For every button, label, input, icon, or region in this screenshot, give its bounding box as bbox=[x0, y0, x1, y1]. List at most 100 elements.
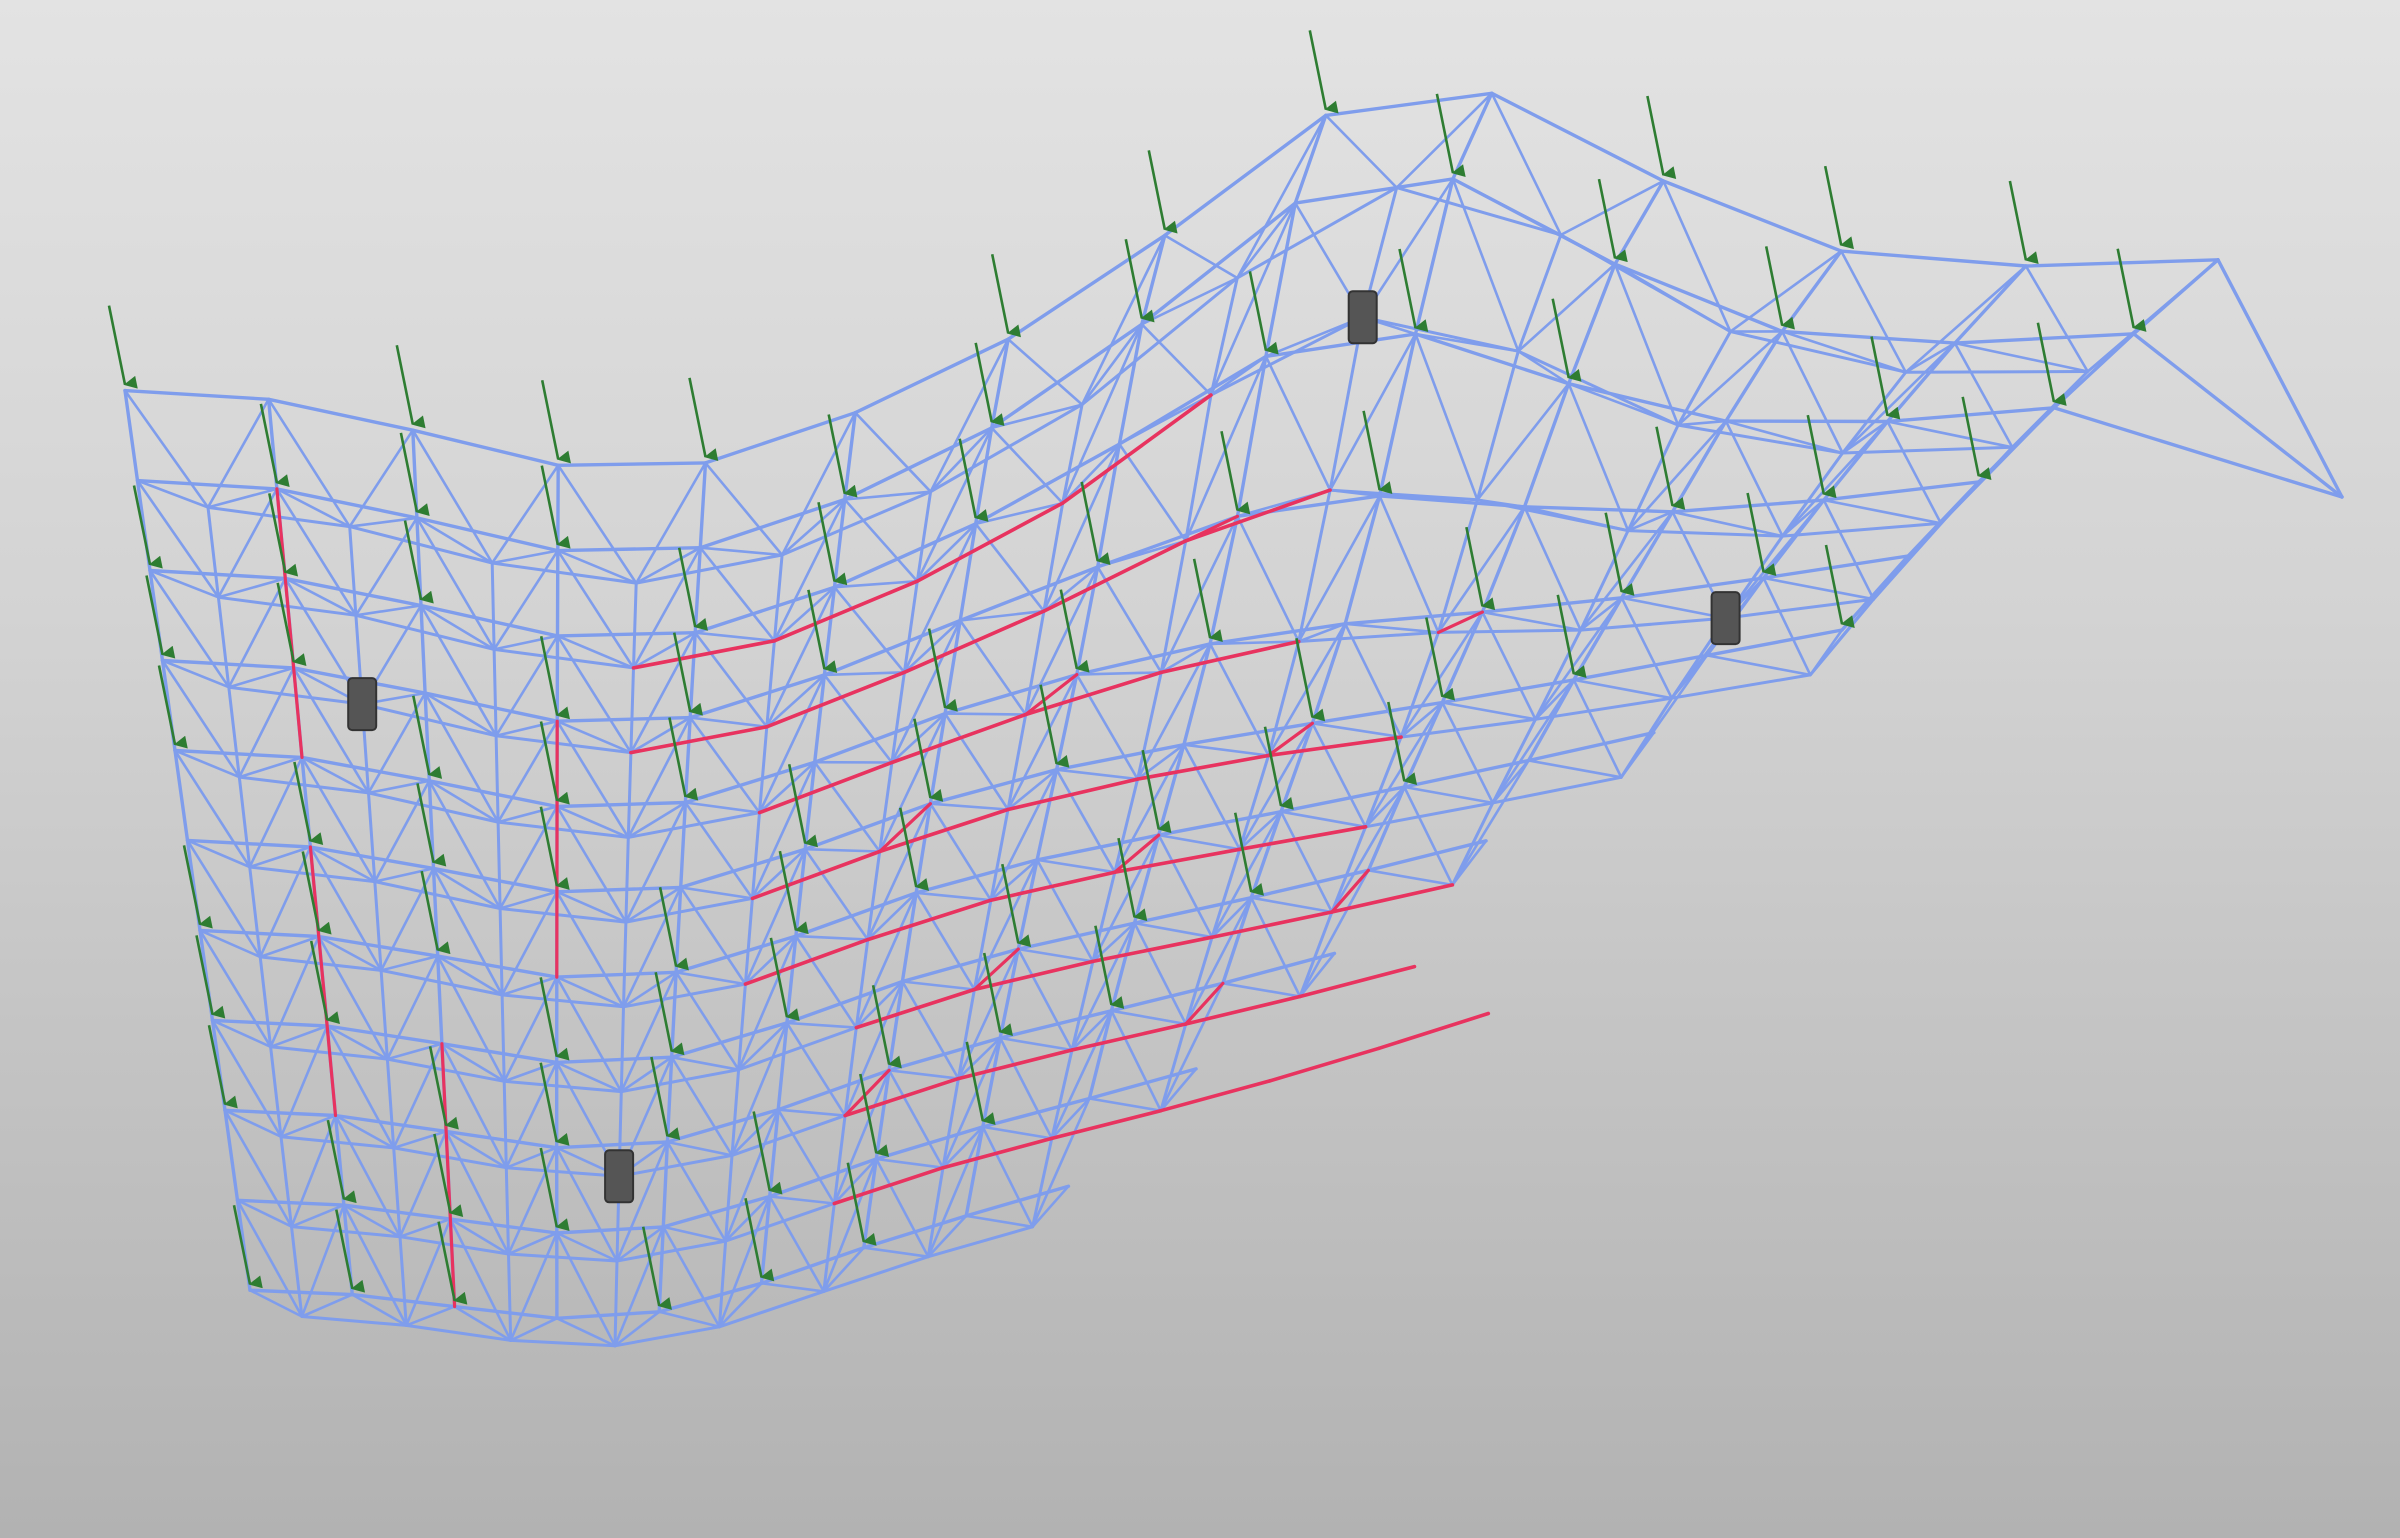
web-diagonal-member[interactable] bbox=[1953, 341, 2089, 373]
top-chord-member[interactable] bbox=[679, 800, 688, 890]
web-diagonal-member[interactable] bbox=[1367, 868, 1454, 887]
web-diagonal-member[interactable] bbox=[1626, 419, 1728, 532]
web-diagonal-member[interactable] bbox=[492, 634, 559, 651]
bottom-chord-member[interactable] bbox=[1061, 403, 1084, 505]
web-diagonal-member[interactable] bbox=[657, 1310, 721, 1329]
bottom-chord-member[interactable] bbox=[1024, 609, 1046, 716]
highlighted-member[interactable] bbox=[972, 959, 1095, 992]
highlighted-member[interactable] bbox=[772, 579, 920, 643]
web-diagonal-member[interactable] bbox=[269, 935, 321, 1049]
top-chord-member[interactable] bbox=[185, 838, 313, 849]
bottom-chord-member[interactable] bbox=[613, 1325, 721, 1348]
top-chord-member[interactable] bbox=[1885, 406, 2056, 424]
bottom-chord-member[interactable] bbox=[1330, 825, 1368, 914]
bottom-chord-member[interactable] bbox=[498, 907, 628, 924]
web-diagonal-member[interactable] bbox=[1414, 332, 1479, 502]
web-diagonal-member[interactable] bbox=[1441, 701, 1537, 721]
web-diagonal-member[interactable] bbox=[386, 1042, 444, 1061]
top-chord-member[interactable] bbox=[2052, 406, 2344, 499]
web-diagonal-member[interactable] bbox=[1364, 701, 1444, 829]
top-chord-member[interactable] bbox=[822, 618, 962, 677]
web-diagonal-member[interactable] bbox=[556, 463, 638, 585]
web-diagonal-member[interactable] bbox=[785, 1021, 858, 1029]
top-chord-member[interactable] bbox=[555, 970, 678, 979]
bottom-chord-member[interactable] bbox=[392, 1146, 402, 1239]
top-chord-member[interactable] bbox=[683, 715, 692, 805]
bottom-chord-member[interactable] bbox=[629, 666, 635, 755]
web-diagonal-member[interactable] bbox=[1395, 92, 1494, 189]
top-chord-member[interactable] bbox=[1451, 91, 1494, 181]
top-chord-member[interactable] bbox=[1163, 113, 1328, 238]
top-chord-member[interactable] bbox=[411, 428, 560, 467]
web-diagonal-member[interactable] bbox=[981, 1125, 1054, 1140]
highlighted-member[interactable] bbox=[1184, 994, 1302, 1026]
web-diagonal-member[interactable] bbox=[666, 1140, 734, 1157]
web-diagonal-member[interactable] bbox=[556, 634, 633, 754]
top-chord-member[interactable] bbox=[1953, 264, 2028, 345]
web-diagonal-member[interactable] bbox=[379, 954, 440, 972]
web-diagonal-member[interactable] bbox=[1182, 743, 1270, 757]
top-chord-member[interactable] bbox=[1440, 610, 1485, 705]
bottom-chord-member[interactable] bbox=[504, 1166, 510, 1256]
web-diagonal-member[interactable] bbox=[1236, 514, 1300, 643]
web-diagonal-member[interactable] bbox=[926, 1125, 985, 1258]
top-chord-member[interactable] bbox=[555, 800, 688, 809]
web-diagonal-member[interactable] bbox=[874, 1157, 945, 1169]
web-diagonal-member[interactable] bbox=[862, 1246, 930, 1258]
top-chord-member[interactable] bbox=[555, 1055, 674, 1065]
bottom-chord-member[interactable] bbox=[1297, 488, 1332, 643]
bottom-chord-member[interactable] bbox=[509, 1338, 617, 1348]
highlighted-member[interactable] bbox=[956, 1048, 1074, 1081]
bottom-chord-member[interactable] bbox=[1579, 529, 1630, 632]
top-chord-member[interactable] bbox=[1566, 262, 1617, 386]
bottom-chord-member[interactable] bbox=[1781, 451, 1845, 538]
highlighted-member[interactable] bbox=[1050, 1108, 1163, 1141]
web-diagonal-member[interactable] bbox=[1311, 721, 1403, 739]
web-diagonal-member[interactable] bbox=[1403, 785, 1454, 887]
top-chord-member[interactable] bbox=[436, 954, 444, 1046]
bottom-chord-member[interactable] bbox=[373, 880, 502, 910]
bottom-chord-member[interactable] bbox=[780, 490, 933, 557]
3d-model-viewport[interactable] bbox=[0, 0, 2400, 1538]
top-chord-member[interactable] bbox=[1377, 332, 1418, 498]
top-chord-member[interactable] bbox=[1761, 498, 1826, 580]
web-diagonal-member[interactable] bbox=[1088, 1097, 1163, 1112]
bottom-chord-member[interactable] bbox=[500, 993, 506, 1083]
web-diagonal-member[interactable] bbox=[555, 1231, 617, 1348]
web-diagonal-member[interactable] bbox=[803, 847, 882, 853]
web-diagonal-member[interactable] bbox=[1279, 810, 1334, 914]
web-diagonal-member[interactable] bbox=[1517, 349, 1570, 386]
web-diagonal-member[interactable] bbox=[981, 1125, 1034, 1229]
bottom-chord-member[interactable] bbox=[1209, 315, 1365, 397]
web-diagonal-member[interactable] bbox=[1613, 262, 1732, 333]
bottom-chord-member[interactable] bbox=[626, 751, 633, 839]
top-chord-member[interactable] bbox=[555, 1310, 661, 1321]
top-chord-member[interactable] bbox=[1075, 642, 1212, 677]
web-diagonal-member[interactable] bbox=[1110, 1009, 1188, 1026]
web-diagonal-member[interactable] bbox=[794, 934, 858, 1029]
web-diagonal-member[interactable] bbox=[1279, 810, 1367, 829]
space-frame-roof-model[interactable] bbox=[0, 0, 2400, 1538]
top-chord-member[interactable] bbox=[1780, 329, 1957, 345]
web-diagonal-member[interactable] bbox=[1534, 596, 1623, 721]
top-chord-member[interactable] bbox=[1140, 201, 1298, 326]
bottom-chord-member[interactable] bbox=[737, 1026, 858, 1072]
top-chord-member[interactable] bbox=[1117, 322, 1144, 446]
support-bearing-icon[interactable] bbox=[1710, 591, 1741, 646]
bottom-chord-member[interactable] bbox=[1006, 713, 1028, 811]
web-diagonal-member[interactable] bbox=[206, 397, 270, 509]
bottom-chord-member[interactable] bbox=[507, 1252, 513, 1342]
web-diagonal-member[interactable] bbox=[1572, 678, 1623, 779]
web-diagonal-member[interactable] bbox=[275, 487, 358, 617]
bottom-chord-member[interactable] bbox=[498, 907, 504, 997]
top-chord-member[interactable] bbox=[419, 603, 560, 638]
web-diagonal-member[interactable] bbox=[1523, 505, 1582, 632]
web-diagonal-member[interactable] bbox=[1140, 322, 1213, 397]
bottom-chord-member[interactable] bbox=[1436, 628, 1583, 634]
web-diagonal-member[interactable] bbox=[914, 891, 993, 902]
top-chord-member[interactable] bbox=[832, 522, 978, 589]
top-chord-member[interactable] bbox=[1264, 332, 1418, 359]
web-diagonal-member[interactable] bbox=[1016, 947, 1074, 1052]
web-diagonal-member[interactable] bbox=[941, 1036, 1002, 1169]
web-diagonal-member[interactable] bbox=[217, 487, 279, 599]
